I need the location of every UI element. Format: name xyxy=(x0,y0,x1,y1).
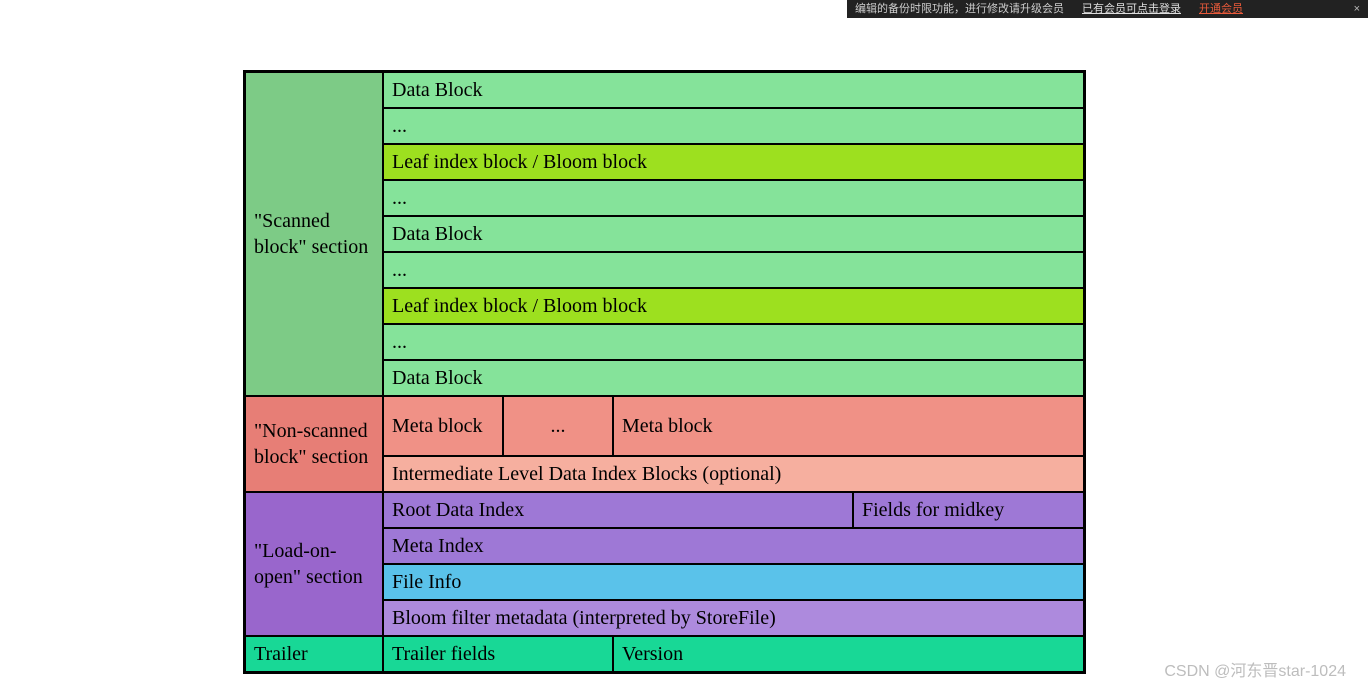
load-on-open-section: "Load-on-open" section Root Data Index F… xyxy=(245,492,1084,636)
meta-block: Meta block xyxy=(383,396,503,456)
meta-index: Meta Index xyxy=(383,528,1084,564)
non-scanned-section: "Non-scanned block" section Meta block .… xyxy=(245,396,1084,492)
scanned-label: "Scanned block" section xyxy=(245,72,383,396)
scanned-section: "Scanned block" section Data Block ... L… xyxy=(245,72,1084,396)
data-block: Data Block xyxy=(383,72,1084,108)
topbar-text: 编辑的备份时限功能，进行修改请升级会员 xyxy=(855,0,1064,18)
leaf-index-block: Leaf index block / Bloom block xyxy=(383,144,1084,180)
meta-block: Meta block xyxy=(613,396,1084,456)
leaf-index-block: Leaf index block / Bloom block xyxy=(383,288,1084,324)
editor-topbar: 编辑的备份时限功能，进行修改请升级会员 已有会员可点击登录 开通会员 × xyxy=(847,0,1368,18)
non-scanned-label: "Non-scanned block" section xyxy=(245,396,383,492)
close-icon[interactable]: × xyxy=(1354,0,1360,18)
fields-for-midkey: Fields for midkey xyxy=(853,492,1084,528)
data-block: Data Block xyxy=(383,360,1084,396)
trailer-label: Trailer xyxy=(245,636,383,672)
trailer-version: Version xyxy=(613,636,1084,672)
ellipsis: ... xyxy=(383,180,1084,216)
load-on-open-label: "Load-on-open" section xyxy=(245,492,383,636)
data-block: Data Block xyxy=(383,216,1084,252)
login-link[interactable]: 已有会员可点击登录 xyxy=(1082,0,1181,18)
trailer-fields: Trailer fields xyxy=(383,636,613,672)
trailer-section: Trailer Trailer fields Version xyxy=(245,636,1084,672)
ellipsis: ... xyxy=(383,252,1084,288)
ellipsis: ... xyxy=(383,324,1084,360)
intermediate-index: Intermediate Level Data Index Blocks (op… xyxy=(383,456,1084,492)
meta-ellipsis: ... xyxy=(503,396,613,456)
bloom-metadata: Bloom filter metadata (interpreted by St… xyxy=(383,600,1084,636)
file-info: File Info xyxy=(383,564,1084,600)
root-data-index: Root Data Index xyxy=(383,492,853,528)
hfile-format-diagram: "Scanned block" section Data Block ... L… xyxy=(243,70,1086,674)
ellipsis: ... xyxy=(383,108,1084,144)
csdn-watermark: CSDN @河东晋star-1024 xyxy=(1164,657,1346,681)
upgrade-link[interactable]: 开通会员 xyxy=(1199,0,1243,18)
